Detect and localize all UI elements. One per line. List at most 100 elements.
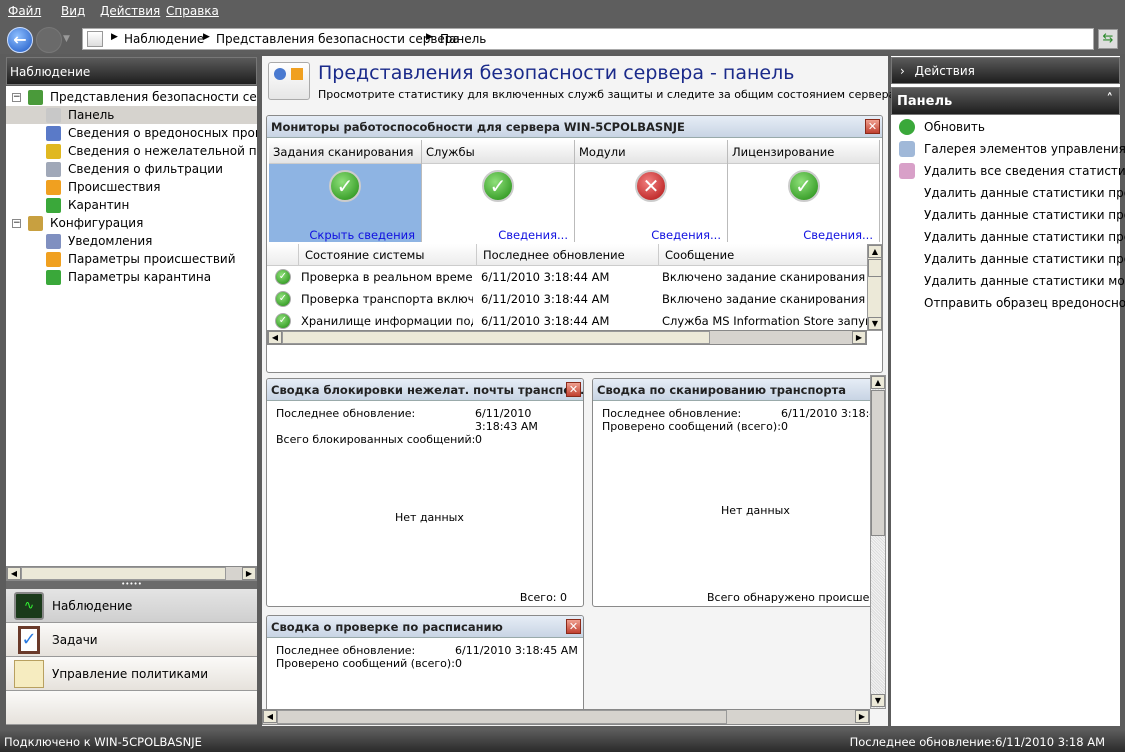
scroll-left-button[interactable]: ◀ xyxy=(7,567,21,580)
action-item[interactable]: Обновить xyxy=(924,120,985,134)
blocked-messages-label: Всего блокированных сообщений: xyxy=(276,433,476,446)
monitor-tab[interactable]: Задания сканирования ✓ Скрыть сведения xyxy=(269,140,422,242)
breadcrumb-monitoring[interactable]: Наблюдение xyxy=(124,32,204,46)
menu-help[interactable]: Справка xyxy=(166,4,219,18)
scanned-messages-value: 0 xyxy=(781,420,788,433)
quarantine-settings-icon xyxy=(46,270,61,285)
splitter-handle[interactable]: ••••• xyxy=(6,581,257,589)
tree-item[interactable]: Происшествия xyxy=(6,178,257,196)
dashboard-section-header[interactable]: Панель ˄ xyxy=(891,87,1120,115)
close-panel-button[interactable]: ✕ xyxy=(865,119,880,134)
scroll-right-button[interactable]: ▶ xyxy=(855,710,869,723)
panel-title: Сводка о проверке по расписанию xyxy=(267,616,583,638)
total-text: Всего: 0 xyxy=(519,591,567,604)
scroll-thumb[interactable] xyxy=(21,567,226,580)
action-item[interactable]: Удалить данные статистики прот... xyxy=(924,252,1125,266)
no-data-text: Нет данных xyxy=(721,504,790,517)
action-item[interactable]: Отправить образец вредоносной... xyxy=(924,296,1125,310)
table-row[interactable]: ✓ Проверка в реальном времен... 6/11/2010 … xyxy=(267,266,867,288)
table-row[interactable]: ✓ Проверка транспорта включе... 6/11/2010 … xyxy=(267,288,867,310)
tree-item[interactable]: − Представления безопасности сервера xyxy=(6,88,257,106)
actions-pane: › Действия Панель ˄ Обновить Галерея элем… xyxy=(891,56,1125,726)
action-item[interactable]: Удалить данные статистики пров... xyxy=(924,230,1125,244)
column-header[interactable] xyxy=(267,244,299,266)
breadcrumb-dashboard[interactable]: Панель xyxy=(440,32,486,46)
tree-item[interactable]: Сведения о вредоносных программах xyxy=(6,124,257,142)
content-vertical-scrollbar[interactable]: ▲ ▼ xyxy=(870,375,886,709)
scroll-right-button[interactable]: ▶ xyxy=(242,567,256,580)
actions-header[interactable]: › Действия xyxy=(891,57,1120,84)
breadcrumb-security-views[interactable]: Представления безопасности сервера xyxy=(216,32,460,46)
tree-item[interactable]: Сведения о нежелательной почте xyxy=(6,142,257,160)
nav-button-monitoring[interactable]: ∿ Наблюдение xyxy=(6,589,257,623)
table-row[interactable]: ✓ Хранилище информации под... 6/11/2010 3:… xyxy=(267,310,867,332)
scroll-down-button[interactable]: ▼ xyxy=(868,317,882,330)
monitor-tab[interactable]: Модули ✕ Сведения... xyxy=(575,140,728,242)
scroll-left-button[interactable]: ◀ xyxy=(268,331,282,344)
monitor-tab[interactable]: Службы ✓ Сведения... xyxy=(422,140,575,242)
grid-vertical-scrollbar[interactable]: ▲ ▼ xyxy=(867,244,882,331)
filter-report-icon xyxy=(46,162,61,177)
back-button[interactable]: ← xyxy=(7,27,33,53)
nav-button-policy-management[interactable]: Управление политиками xyxy=(6,657,257,691)
menu-file[interactable]: Файл xyxy=(8,4,41,18)
dashboard-icon xyxy=(46,108,61,123)
close-panel-button[interactable]: ✕ xyxy=(566,382,581,397)
tree-item[interactable]: − Конфигурация xyxy=(6,214,257,232)
monitor-icon: ∿ xyxy=(14,592,44,620)
panel-title: Сводка блокировки нежелат. почты транспо… xyxy=(267,379,583,401)
action-item[interactable]: Удалить данные статистики моду... xyxy=(924,274,1125,288)
scroll-thumb[interactable] xyxy=(282,331,710,344)
column-header[interactable]: Сообщение xyxy=(659,244,879,266)
collapse-toggle-icon[interactable]: − xyxy=(12,219,21,228)
scroll-thumb[interactable] xyxy=(868,259,882,277)
scroll-up-button[interactable]: ▲ xyxy=(868,245,882,258)
scroll-thumb[interactable] xyxy=(277,710,727,724)
nav-button-tasks[interactable]: ✓ Задачи xyxy=(6,623,257,657)
tree-item[interactable]: Карантин xyxy=(6,196,257,214)
collapse-chevron-up-icon[interactable]: ˄ xyxy=(1107,92,1114,107)
status-bar: Подключено к WIN-5CPOLBASNJE Последнее о… xyxy=(0,730,1125,752)
tree-horizontal-scrollbar[interactable]: ◀ ▶ xyxy=(6,566,257,581)
column-header[interactable]: Последнее обновление xyxy=(477,244,659,266)
column-header[interactable]: Состояние системы xyxy=(299,244,477,266)
details-link[interactable]: Сведения... xyxy=(803,228,873,242)
close-panel-button[interactable]: ✕ xyxy=(566,619,581,634)
scroll-thumb[interactable] xyxy=(871,390,885,536)
collapse-toggle-icon[interactable]: − xyxy=(12,93,21,102)
tree-item[interactable]: Панель xyxy=(6,106,257,124)
scroll-left-button[interactable]: ◀ xyxy=(263,710,277,723)
tree-item-label: Происшествия xyxy=(68,180,161,194)
content-horizontal-scrollbar[interactable]: ◀ ▶ xyxy=(262,709,870,725)
status-ok-icon: ✓ xyxy=(275,291,291,307)
refresh-icon[interactable]: ⇆ xyxy=(1098,29,1118,49)
tree-item[interactable]: Уведомления xyxy=(6,232,257,250)
action-item[interactable]: Удалить все сведения статистики xyxy=(924,164,1125,178)
history-dropdown-icon[interactable]: ▼ xyxy=(63,34,70,44)
scroll-up-button[interactable]: ▲ xyxy=(871,376,885,389)
monitor-tab[interactable]: Лицензирование ✓ Сведения... xyxy=(728,140,880,242)
transport-scan-summary-panel: Сводка по сканированию транспорта Послед… xyxy=(592,378,882,607)
scroll-right-button[interactable]: ▶ xyxy=(852,331,866,344)
nav-button-label: Задачи xyxy=(52,633,98,647)
table-cell: Проверка в реальном времен... xyxy=(301,270,473,284)
action-item[interactable]: Удалить данные статистики пров... xyxy=(924,186,1125,200)
tree-item[interactable]: Сведения о фильтрации xyxy=(6,160,257,178)
breadcrumb-arrow-icon: ▶ xyxy=(203,32,210,42)
action-item[interactable]: Удалить данные статистики пров... xyxy=(924,208,1125,222)
breadcrumb-arrow-icon: ▶ xyxy=(426,32,433,42)
grid-horizontal-scrollbar[interactable]: ◀ ▶ xyxy=(267,330,867,345)
eraser-icon xyxy=(899,163,915,179)
action-item[interactable]: Галерея элементов управления xyxy=(924,142,1125,156)
menu-actions[interactable]: Действия xyxy=(100,4,160,18)
details-link[interactable]: Сведения... xyxy=(651,228,721,242)
tree-item[interactable]: Параметры карантина xyxy=(6,268,257,286)
menu-view[interactable]: Вид xyxy=(61,4,85,18)
scroll-down-button[interactable]: ▼ xyxy=(871,694,885,707)
tree-item[interactable]: Параметры происшествий xyxy=(6,250,257,268)
details-link[interactable]: Сведения... xyxy=(498,228,568,242)
details-link[interactable]: Скрыть сведения xyxy=(309,228,415,242)
address-bar[interactable]: ▶ Наблюдение ▶ Представления безопасност… xyxy=(82,28,1094,50)
last-update-status: Последнее обновление:6/11/2010 3:18 AM xyxy=(849,735,1105,749)
forward-button[interactable] xyxy=(36,27,62,53)
